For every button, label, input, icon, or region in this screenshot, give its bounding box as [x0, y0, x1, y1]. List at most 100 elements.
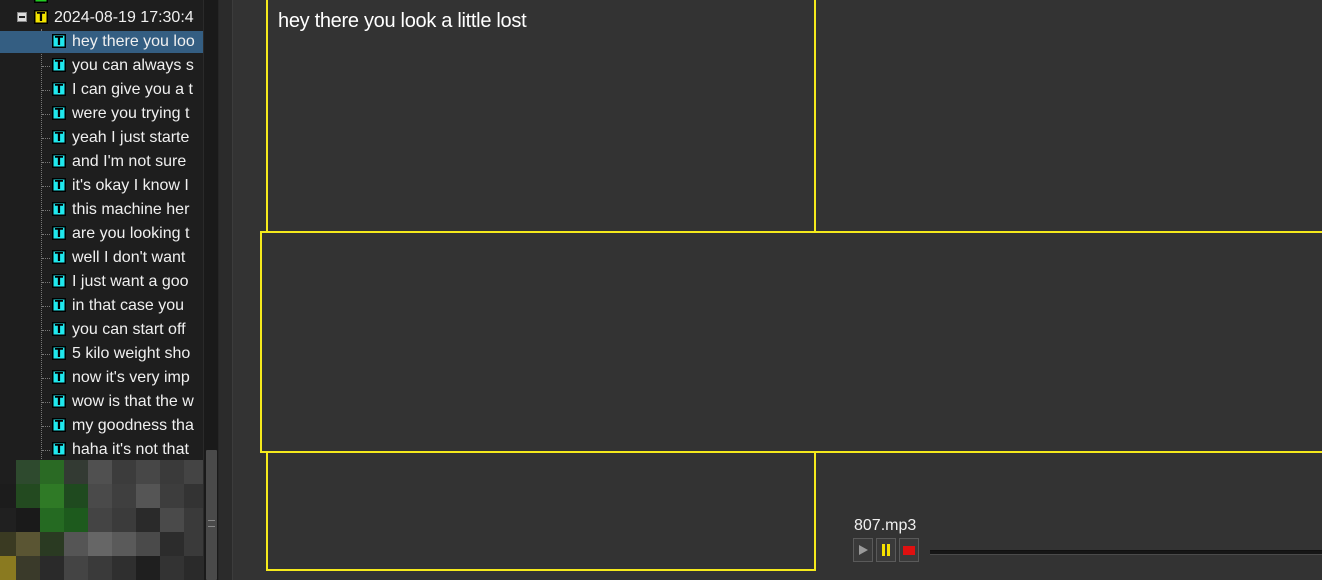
text-item-icon: T [52, 249, 66, 264]
caption-frame-bottom [266, 451, 816, 571]
tree-item-label: this machine her [72, 201, 190, 218]
thumbnail-pixel [16, 532, 40, 556]
tree-item[interactable]: Tit's okay I know I [52, 175, 203, 197]
tree-connector [42, 162, 50, 163]
thumbnail-pixel [88, 460, 112, 484]
tree-item[interactable]: T 5 kilo weight sho [52, 343, 203, 365]
tree-item[interactable]: Tand I'm not sure [52, 151, 203, 173]
thumbnail-pixel [88, 532, 112, 556]
frame-top-right [814, 0, 1322, 233]
text-item-icon: T [52, 393, 66, 408]
tree-item[interactable]: Tyou can start off [52, 319, 203, 341]
text-item-icon: T [52, 57, 66, 72]
tree-connector [42, 426, 50, 427]
thumbnail-pixel [0, 460, 16, 484]
tree-item-label: now it's very imp [72, 369, 190, 386]
thumbnail-pixel [88, 508, 112, 532]
thumbnail-pixel [40, 532, 64, 556]
thumbnail-pixel [64, 508, 88, 532]
tree-item-label: I can give you a t [72, 81, 193, 98]
transcript-tree[interactable]: T 2024-08-19 17:30:4 They there you loo Ty… [0, 0, 203, 580]
text-item-icon: T [52, 105, 66, 120]
tree-item[interactable]: They there you loo [0, 31, 203, 53]
tree-item[interactable]: Tthis machine her [52, 199, 203, 221]
text-item-icon: T [52, 273, 66, 288]
tree-item[interactable]: Tyou can always s [52, 55, 203, 77]
tree-item[interactable]: Twell I don't want [52, 247, 203, 269]
text-item-icon: T [52, 33, 66, 48]
tree-item[interactable]: Twow is that the w [52, 391, 203, 413]
tree-connector [42, 402, 50, 403]
thumbnail-pixel [184, 532, 203, 556]
tree-item[interactable]: Tin that case you [52, 295, 203, 317]
thumbnail-pixel [0, 532, 16, 556]
thumbnail-pixel [40, 508, 64, 532]
panel-splitter[interactable] [218, 0, 233, 580]
seek-bar[interactable] [930, 550, 1322, 555]
tree-connector [42, 258, 50, 259]
thumbnail-pixel [0, 484, 16, 508]
group-icon [34, 0, 48, 3]
text-item-icon: T [52, 345, 66, 360]
thumbnail-pixel [88, 556, 112, 580]
tree-connector [42, 450, 50, 451]
pause-button[interactable] [876, 538, 896, 562]
tree-item-label: were you trying t [72, 105, 190, 122]
thumbnail-pixel [184, 556, 203, 580]
text-item-icon: T [52, 417, 66, 432]
tree-item[interactable]: T I can give you a t [52, 79, 203, 101]
tree-item-label: well I don't want [72, 249, 186, 266]
tree-item[interactable]: Tmy goodness tha [52, 415, 203, 437]
text-item-icon: T [52, 369, 66, 384]
scrollbar-grip-icon [208, 520, 215, 527]
thumbnail-pixel [40, 556, 64, 580]
tree-connector [42, 90, 50, 91]
tree-connector [42, 306, 50, 307]
tree-item-label: hey there you loo [72, 33, 195, 50]
tree-connector [42, 330, 50, 331]
text-item-icon: T [52, 81, 66, 96]
thumbnail-pixel [16, 460, 40, 484]
stop-button[interactable] [899, 538, 919, 562]
thumbnail-pixel [136, 556, 160, 580]
stop-icon [903, 546, 915, 555]
thumbnail-pixel [160, 532, 184, 556]
tree-item-label: you can start off [72, 321, 186, 338]
tree-item-label: my goodness tha [72, 417, 194, 434]
text-item-icon: T [52, 321, 66, 336]
thumbnail-pixel [88, 484, 112, 508]
thumbnail-pixel [136, 484, 160, 508]
tree-item-label: it's okay I know I [72, 177, 189, 194]
thumbnail-pixel [112, 484, 136, 508]
tree-connector [42, 282, 50, 283]
tree-item[interactable]: Thaha it's not that [52, 439, 203, 461]
tree-item[interactable]: Tnow it's very imp [52, 367, 203, 389]
text-item-icon: T [52, 153, 66, 168]
text-group-icon: T [34, 9, 48, 24]
scrollbar-thumb[interactable] [206, 450, 217, 580]
tree-item[interactable]: Tyeah I just starte [52, 127, 203, 149]
collapse-toggle-icon[interactable] [17, 12, 27, 22]
tree-scrollbar[interactable] [203, 0, 219, 580]
play-button[interactable] [853, 538, 873, 562]
tree-item[interactable]: Tare you looking t [52, 223, 203, 245]
thumbnail-pixel [160, 556, 184, 580]
thumbnail-pixel [0, 508, 16, 532]
pause-icon [882, 544, 890, 556]
tree-group-row[interactable]: T 2024-08-19 17:30:4 [34, 7, 194, 29]
tree-connector [42, 186, 50, 187]
tree-item-label: you can always s [72, 57, 194, 74]
thumbnail-pixel [112, 508, 136, 532]
tree-item[interactable]: Twere you trying t [52, 103, 203, 125]
thumbnail-pixel [16, 508, 40, 532]
caption-frame-top [266, 0, 816, 233]
tree-item-label: haha it's not that [72, 441, 189, 458]
tree-item[interactable]: T I just want a goo [52, 271, 203, 293]
caption-text: hey there you look a little lost [278, 10, 527, 32]
text-item-icon: T [52, 297, 66, 312]
thumbnail-pixel [112, 460, 136, 484]
thumbnail-pixel [160, 484, 184, 508]
thumbnail-pixel [136, 460, 160, 484]
thumbnail-pixel [0, 556, 16, 580]
thumbnail-pixel [16, 484, 40, 508]
